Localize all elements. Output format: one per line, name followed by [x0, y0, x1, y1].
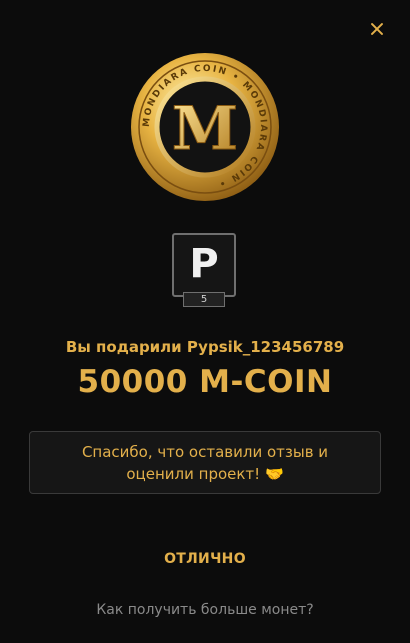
gift-text: Вы подарили Pypsik_123456789 — [65, 338, 345, 356]
coin-amount: 50000 M-COIN — [77, 364, 333, 400]
thanks-message: Спасибо, что оставили отзыв и оценили пр… — [29, 431, 381, 494]
ok-button[interactable]: ОТЛИЧНО — [150, 546, 260, 572]
close-icon[interactable] — [368, 20, 386, 38]
rank-level: 5 — [183, 292, 225, 307]
thanks-line-1: Спасибо, что оставили отзыв и — [81, 443, 329, 461]
more-coins-link[interactable]: Как получить больше монет? — [0, 602, 410, 618]
coin-logo: MONDIARA COIN • MONDIARA COIN • M — [130, 52, 280, 202]
rank-badge: P — [172, 233, 236, 297]
reward-modal: MONDIARA COIN • MONDIARA COIN • M P 5 Вы… — [0, 0, 410, 643]
rank-badge-letter: P — [189, 241, 219, 287]
thanks-line-2: оценили проект! 🤝 — [126, 465, 284, 483]
coin-letter: M — [172, 94, 238, 164]
